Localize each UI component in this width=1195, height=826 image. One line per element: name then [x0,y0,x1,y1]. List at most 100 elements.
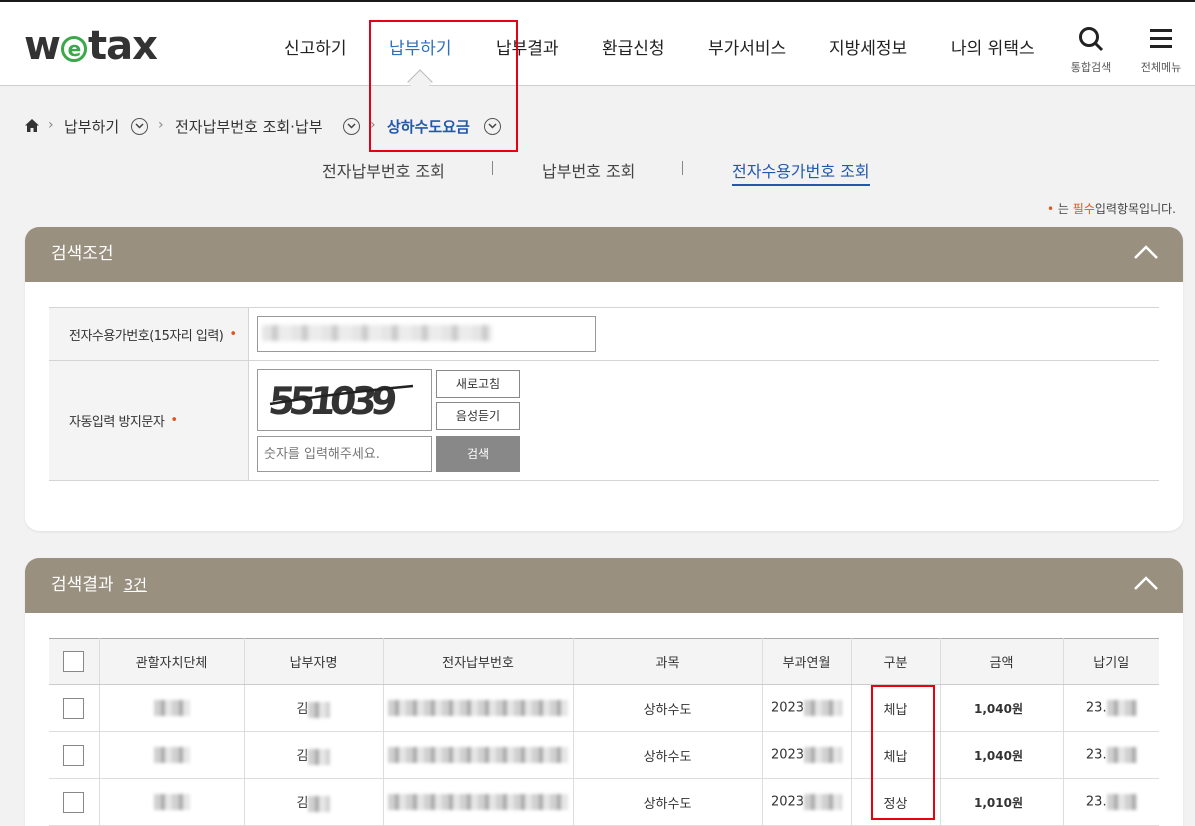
required-note: • 는 필수입력항목입니다. [1047,200,1176,217]
required-note-prefix: 는 [1057,202,1069,216]
results-panel-header: 검색결과 3건 [25,558,1183,613]
table-row[interactable]: 김 상하수도 2023 체납 1,040원 23. [49,684,1159,732]
table-row[interactable]: 김 상하수도 2023 체납 1,040원 23. [49,731,1159,779]
account-number-input[interactable] [257,316,596,352]
search-panel-header: 검색조건 [25,227,1183,282]
masked-value [262,325,492,341]
select-all-checkbox[interactable] [63,651,85,672]
due-date: 23. [1085,700,1107,716]
captcha-input[interactable] [257,436,432,472]
masked-name [308,748,331,765]
search-button[interactable]: 검색 [436,436,520,472]
refresh-captcha-button[interactable]: 새로고침 [436,370,520,398]
nav-extra-services[interactable]: 부가서비스 [708,34,786,59]
site-header: w e tax 신고하기 납부하기 납부결과 환급신청 부가서비스 지방세정보 나의… [0,0,1195,86]
nav-my-wetax[interactable]: 나의 위택스 [951,34,1035,59]
captcha-label: 자동입력 방지문자 • [49,361,249,480]
required-mark: • [229,326,237,342]
required-note-emphasis: 필수 [1072,202,1095,216]
payer-name: 김 [296,796,309,812]
payer-name: 김 [296,702,309,718]
billing-month: 2023 [770,700,805,716]
col-amount: 금액 [940,638,1064,685]
table-row[interactable]: 김 상하수도 2023 정상 1,010원 23. [49,778,1159,826]
breadcrumb-separator: › [48,117,54,133]
nav-local-tax-info[interactable]: 지방세정보 [829,34,907,59]
col-billing-month: 부과연월 [762,638,852,685]
billing-month: 2023 [770,747,805,763]
masked-month [804,700,843,716]
breadcrumb-item-payment[interactable]: 납부하기 [64,116,119,137]
subject-cell: 상하수도 [573,684,763,732]
masked-payment-number [388,794,568,810]
results-table: 관할자치단체 납부자명 전자납부번호 과목 부과연월 구분 금액 납기일 김 상… [49,638,1159,826]
search-results-panel: 검색결과 3건 관할자치단체 납부자명 전자납부번호 과목 부과연월 구분 금액 … [25,558,1183,826]
tab-payment-number[interactable]: 납부번호 조회 [542,158,635,182]
masked-jurisdiction [153,747,190,763]
required-note-suffix: 입력항목입니다. [1094,202,1176,216]
row-checkbox[interactable] [63,697,85,719]
amount-cell: 1,040원 [940,684,1064,732]
amount-cell: 1,040원 [940,731,1064,779]
required-dot: • [1047,202,1055,216]
search-conditions-panel: 검색조건 전자수용가번호(15자리 입력) • 자동입력 방지문자 • 551039… [25,227,1183,531]
masked-payment-number [388,700,568,716]
search-icon [1079,27,1104,52]
col-subject: 과목 [573,638,763,685]
collapse-chevron-up-icon[interactable] [1133,575,1159,591]
breadcrumb-separator: › [158,117,164,133]
home-icon[interactable] [24,118,40,133]
tab-divider [682,161,683,175]
chevron-down-icon[interactable] [131,118,148,135]
billing-month: 2023 [770,794,805,810]
unified-search-button[interactable]: 통합검색 [1061,26,1121,75]
audio-captcha-button[interactable]: 음성듣기 [436,402,520,430]
subject-cell: 상하수도 [573,778,763,826]
results-count[interactable]: 3건 [124,576,147,594]
required-mark: • [170,413,178,428]
row-checkbox[interactable] [63,744,85,766]
unified-search-label: 통합검색 [1070,61,1112,74]
select-all-cell [49,638,100,685]
masked-payment-number [388,747,568,763]
masked-jurisdiction [153,700,190,716]
account-number-label: 전자수용가번호(15자리 입력) • [49,308,249,360]
masked-due-date [1106,700,1137,716]
payer-name: 김 [296,749,309,765]
due-date: 23. [1085,794,1107,810]
amount-cell: 1,010원 [940,778,1064,826]
hamburger-menu-icon [1150,29,1172,48]
row-checkbox[interactable] [63,791,85,813]
results-panel-title: 검색결과 [51,575,114,595]
masked-jurisdiction [153,794,190,810]
col-due-date: 납기일 [1063,638,1159,685]
all-menu-button[interactable]: 전체메뉴 [1131,26,1191,75]
nav-file-return[interactable]: 신고하기 [284,34,347,59]
tab-e-payment-number[interactable]: 전자납부번호 조회 [322,158,445,182]
captcha-row: 자동입력 방지문자• 551039 새로고침 음성듣기 검색 [49,361,1159,481]
search-panel-title: 검색조건 [51,244,114,264]
collapse-chevron-up-icon[interactable] [1133,244,1159,260]
account-number-row: 전자수용가번호(15자리 입력) • [49,308,1159,361]
masked-name [308,701,331,718]
search-form: 전자수용가번호(15자리 입력) • 자동입력 방지문자 • 551039 새로고침… [49,307,1159,481]
masked-month [804,794,843,810]
all-menu-label: 전체메뉴 [1140,61,1182,74]
masked-name [308,795,331,812]
nav-refund[interactable]: 환급신청 [602,34,665,59]
col-type: 구분 [851,638,941,685]
highlight-box-type-column [871,685,935,820]
captcha-image: 551039 [257,369,432,431]
wetax-logo[interactable]: w e tax [24,26,158,66]
table-header-row: 관할자치단체 납부자명 전자납부번호 과목 부과연월 구분 금액 납기일 [49,638,1159,685]
col-payer-name: 납부자명 [244,638,384,685]
col-e-payment-number: 전자납부번호 [383,638,574,685]
highlight-box-nav-breadcrumb [369,20,518,152]
masked-due-date [1106,794,1137,810]
col-jurisdiction: 관할자치단체 [99,638,245,685]
tab-e-account-number[interactable]: 전자수용가번호 조회 [732,158,870,186]
masked-month [804,747,843,763]
chevron-down-icon[interactable] [343,118,360,135]
breadcrumb-item-e-payment[interactable]: 전자납부번호 조회·납부 [175,116,323,137]
subject-cell: 상하수도 [573,731,763,779]
